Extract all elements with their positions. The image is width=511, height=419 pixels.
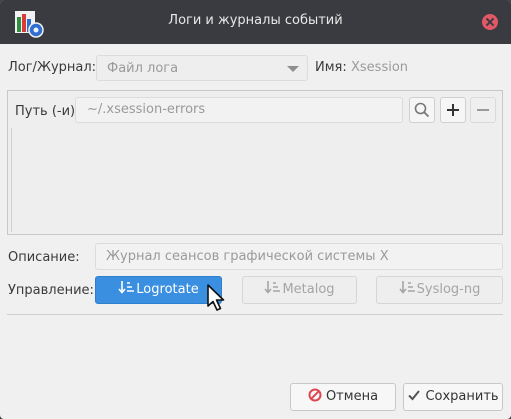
cancel-label: Отмена (325, 389, 379, 404)
log-type-combobox[interactable]: Файл лога (96, 55, 308, 81)
path-label: Путь (-и): (15, 104, 80, 119)
sort-icon (399, 281, 415, 294)
checkmark-icon (408, 390, 421, 401)
save-label: Сохранить (425, 389, 499, 404)
mouse-cursor-icon (207, 284, 225, 311)
log-type-value: Файл лога (107, 61, 179, 76)
management-label: Управление: (8, 283, 94, 298)
minus-icon (477, 109, 489, 111)
path-group: Путь (-и): ~/.xsession-errors (7, 90, 503, 235)
titlebar: Логи и журналы событий (0, 0, 511, 44)
chevron-down-icon (287, 66, 299, 72)
description-input[interactable]: Журнал сеансов графической системы X (95, 243, 503, 270)
save-button[interactable]: Сохранить (403, 383, 503, 411)
search-button[interactable] (409, 97, 435, 123)
window-title: Логи и журналы событий (168, 13, 343, 28)
logrotate-button[interactable]: Logrotate (95, 276, 222, 304)
log-dialog-window: Логи и журналы событий Лог/Журнал: Файл … (0, 0, 511, 419)
metalog-button[interactable]: Metalog (242, 276, 357, 304)
search-icon (414, 102, 430, 118)
remove-path-button[interactable] (470, 97, 496, 123)
plus-icon (447, 104, 459, 116)
syslog-ng-label: Syslog-ng (416, 282, 481, 297)
cancel-icon (308, 388, 322, 402)
add-path-button[interactable] (440, 97, 466, 123)
metalog-label: Metalog (282, 282, 335, 297)
close-icon[interactable] (482, 14, 498, 30)
cancel-button[interactable]: Отмена (290, 383, 396, 411)
description-label: Описание: (8, 250, 80, 265)
name-label: Имя: (315, 60, 347, 75)
path-list[interactable] (11, 128, 499, 232)
sort-icon (118, 281, 135, 294)
path-input[interactable]: ~/.xsession-errors (75, 97, 403, 123)
logrotate-label: Logrotate (136, 282, 199, 297)
divider (7, 314, 503, 315)
sort-icon (264, 281, 281, 294)
syslog-ng-button[interactable]: Syslog-ng (376, 276, 503, 304)
name-value: Xsession (351, 60, 409, 75)
log-journal-label: Лог/Журнал: (8, 60, 97, 75)
